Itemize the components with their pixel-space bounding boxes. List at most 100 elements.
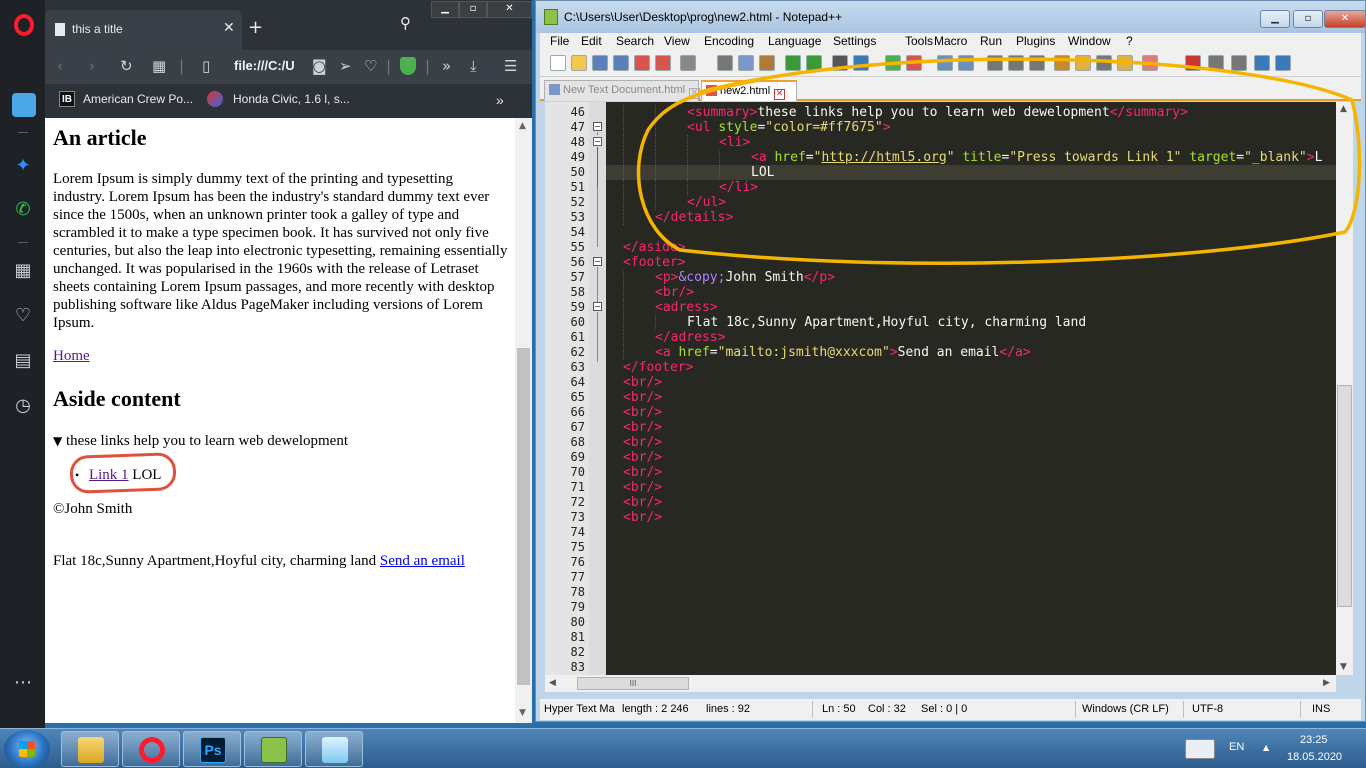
- extensions-chevron-icon[interactable]: »: [442, 57, 451, 75]
- redo-icon[interactable]: [806, 55, 822, 71]
- bookmarks-overflow-icon[interactable]: »: [496, 92, 504, 108]
- code-line[interactable]: <br/>: [623, 450, 662, 465]
- all-chars-icon[interactable]: [1008, 55, 1024, 71]
- disclosure-triangle-icon[interactable]: ▼: [53, 434, 62, 448]
- code-line[interactable]: </adress>: [655, 330, 725, 345]
- tab-close-icon[interactable]: ✕: [689, 88, 701, 99]
- browser-tab[interactable]: this a title ✕: [45, 10, 242, 50]
- close-icon[interactable]: [634, 55, 650, 71]
- editor-horizontal-scrollbar[interactable]: ◀ III ▶: [545, 675, 1336, 692]
- code-line[interactable]: <br/>: [623, 435, 662, 450]
- home-link[interactable]: Home: [53, 348, 90, 365]
- code-line[interactable]: <ul style="color=#ff7675">: [687, 120, 891, 135]
- bookmarks-heart-icon[interactable]: ♡: [12, 305, 34, 327]
- npp-minimize-button[interactable]: ▁: [1260, 10, 1290, 28]
- folder-workspace-icon[interactable]: [1117, 55, 1133, 71]
- menu-item[interactable]: Window: [1068, 34, 1111, 48]
- tab-new-text-document[interactable]: New Text Document.html ✕: [544, 80, 701, 101]
- function-list-icon[interactable]: [1096, 55, 1112, 71]
- minimize-button[interactable]: ▁: [431, 1, 459, 18]
- code-line[interactable]: <footer>: [623, 255, 686, 270]
- open-file-icon[interactable]: [571, 55, 587, 71]
- fold-toggle-icon[interactable]: −: [593, 122, 602, 131]
- whatsapp-icon[interactable]: ✆: [12, 199, 34, 221]
- code-line[interactable]: <br/>: [623, 465, 662, 480]
- editor-vertical-scrollbar[interactable]: ▲ ▼: [1336, 102, 1353, 675]
- new-tab-plus-icon[interactable]: +: [248, 17, 263, 38]
- code-line[interactable]: <br/>: [655, 285, 694, 300]
- action-center-icon[interactable]: [1185, 739, 1215, 759]
- back-icon[interactable]: ‹: [57, 57, 63, 75]
- code-line[interactable]: <br/>: [623, 405, 662, 420]
- code-line[interactable]: </aside>: [623, 240, 686, 255]
- scroll-right-icon[interactable]: ▶: [1323, 678, 1330, 688]
- bookmark-item[interactable]: Honda Civic, 1.6 l, s...: [233, 92, 350, 106]
- print-icon[interactable]: [680, 55, 696, 71]
- menu-item[interactable]: Encoding: [704, 34, 754, 48]
- npp-close-button[interactable]: ✕: [1324, 10, 1366, 28]
- messenger-icon[interactable]: ✦: [12, 155, 34, 177]
- code-line[interactable]: <br/>: [623, 480, 662, 495]
- tab-new2-html[interactable]: new2.html ✕: [701, 80, 797, 101]
- code-line[interactable]: <a href="mailto:jsmith@xxxcom">Send an e…: [655, 345, 1031, 360]
- code-line[interactable]: </ul>: [687, 195, 726, 210]
- taskbar-notepadpp[interactable]: [244, 731, 302, 767]
- code-line[interactable]: <br/>: [623, 510, 662, 525]
- forward-icon[interactable]: ›: [89, 57, 95, 75]
- clock-date[interactable]: 18.05.2020: [1287, 751, 1342, 763]
- menu-item[interactable]: View: [664, 34, 690, 48]
- menu-item[interactable]: Macro: [934, 34, 967, 48]
- code-line[interactable]: </li>: [719, 180, 758, 195]
- code-line[interactable]: </details>: [655, 210, 733, 225]
- page-scrollbar[interactable]: ▲ ▼: [515, 118, 532, 723]
- easy-setup-icon[interactable]: ☰: [504, 57, 517, 75]
- start-button[interactable]: [4, 730, 50, 768]
- taskbar-opera[interactable]: [122, 731, 180, 767]
- send-icon[interactable]: ➢: [339, 57, 352, 75]
- fold-toggle-icon[interactable]: −: [593, 257, 602, 266]
- new-file-icon[interactable]: [550, 55, 566, 71]
- taskbar-notepad[interactable]: [305, 731, 363, 767]
- sync-v-icon[interactable]: [937, 55, 953, 71]
- code-line[interactable]: <br/>: [623, 420, 662, 435]
- code-line[interactable]: <br/>: [623, 495, 662, 510]
- scroll-up-icon[interactable]: ▲: [1340, 104, 1347, 114]
- scroll-down-icon[interactable]: ▼: [1340, 662, 1347, 672]
- code-line[interactable]: <p>&copy;John Smith</p>: [655, 270, 835, 285]
- code-editor[interactable]: 46 47 48 49 50 51 52 53 54 55 56 57 58 59 60 61 62 63 64 65…: [545, 102, 1336, 675]
- tab-close-icon[interactable]: ✕: [774, 89, 786, 100]
- code-line[interactable]: <adress>: [655, 300, 718, 315]
- scrollbar-thumb[interactable]: III: [577, 677, 689, 690]
- stop-macro-icon[interactable]: [1208, 55, 1224, 71]
- monitor-icon[interactable]: [1142, 55, 1158, 71]
- menu-item[interactable]: Edit: [581, 34, 602, 48]
- code-line[interactable]: <summary>these links help you to learn w…: [687, 105, 1188, 120]
- code-area[interactable]: <summary>these links help you to learn w…: [606, 102, 1336, 675]
- run-macro-icon[interactable]: [1254, 55, 1270, 71]
- tabs-grid-icon[interactable]: ▦: [152, 57, 166, 75]
- taskbar-photoshop[interactable]: Ps: [183, 731, 241, 767]
- scroll-left-icon[interactable]: ◀: [549, 678, 556, 688]
- record-macro-icon[interactable]: [1185, 55, 1201, 71]
- menu-item[interactable]: Run: [980, 34, 1002, 48]
- code-line[interactable]: LOL: [751, 165, 774, 180]
- replace-icon[interactable]: [853, 55, 869, 71]
- bookmark-heart-icon[interactable]: ♡: [364, 57, 377, 75]
- email-link[interactable]: Send an email: [380, 553, 465, 569]
- zoom-in-icon[interactable]: [885, 55, 901, 71]
- tab-search-icon[interactable]: ⚲: [400, 14, 411, 32]
- sync-h-icon[interactable]: [958, 55, 974, 71]
- scroll-up-icon[interactable]: ▲: [519, 121, 526, 131]
- opera-logo-icon[interactable]: [14, 14, 34, 36]
- scroll-down-icon[interactable]: ▼: [519, 708, 526, 718]
- zoom-out-icon[interactable]: [906, 55, 922, 71]
- save-all-icon[interactable]: [613, 55, 629, 71]
- indent-guide-icon[interactable]: [1029, 55, 1045, 71]
- play-macro-icon[interactable]: [1231, 55, 1247, 71]
- workspaces-grid-icon[interactable]: ▦: [12, 260, 34, 282]
- input-language[interactable]: EN: [1229, 741, 1244, 753]
- menu-item[interactable]: Plugins: [1016, 34, 1055, 48]
- tray-expand-icon[interactable]: ▲: [1263, 743, 1269, 752]
- npp-maximize-button[interactable]: ▫: [1293, 10, 1323, 28]
- code-line[interactable]: <li>: [719, 135, 750, 150]
